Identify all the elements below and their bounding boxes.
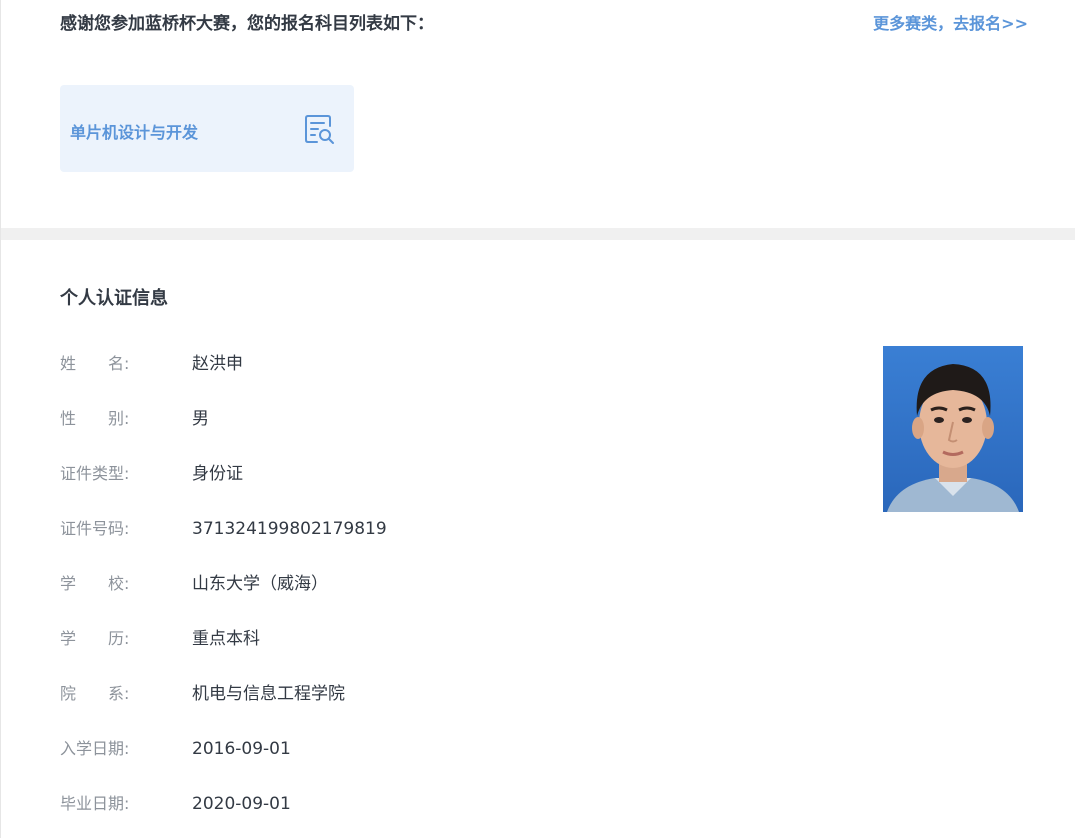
info-label: 入学日期: xyxy=(60,739,130,758)
info-label: 姓 名: xyxy=(60,354,130,373)
info-row-graduation-date: 毕业日期: 2020-09-01 xyxy=(60,792,387,838)
info-row-education: 学 历: 重点本科 xyxy=(60,627,387,682)
subject-card[interactable]: 单片机设计与开发 xyxy=(60,85,354,172)
info-label: 学 历: xyxy=(60,629,130,648)
personal-info-heading: 个人认证信息 xyxy=(60,288,168,309)
personal-info-section: 个人认证信息 姓 名: 赵洪申 性 别: 男 证件类型: 身份证 证件号码: 3… xyxy=(1,240,1075,838)
id-photo xyxy=(883,346,1023,512)
info-label: 性 别: xyxy=(60,409,130,428)
info-value: 重点本科 xyxy=(192,629,260,649)
section-divider xyxy=(1,228,1075,240)
registration-page: 感谢您参加蓝桥杯大赛，您的报名科目列表如下： 更多赛类，去报名>> 单片机设计与… xyxy=(0,0,1075,838)
info-row-gender: 性 别: 男 xyxy=(60,407,387,462)
info-value: 机电与信息工程学院 xyxy=(192,684,345,704)
info-row-enrollment-date: 入学日期: 2016-09-01 xyxy=(60,737,387,792)
info-label: 毕业日期: xyxy=(60,794,130,813)
info-value: 2016-09-01 xyxy=(192,739,291,759)
info-row-id-type: 证件类型: 身份证 xyxy=(60,462,387,517)
info-value: 山东大学（威海） xyxy=(192,574,328,594)
info-row-name: 姓 名: 赵洪申 xyxy=(60,352,387,407)
personal-info-list: 姓 名: 赵洪申 性 别: 男 证件类型: 身份证 证件号码: 37132419… xyxy=(60,352,387,838)
info-value: 赵洪申 xyxy=(192,354,243,374)
info-label: 证件号码: xyxy=(60,519,130,538)
info-value: 371324199802179819 xyxy=(192,519,387,539)
info-value: 身份证 xyxy=(192,464,243,484)
registered-subjects-title: 感谢您参加蓝桥杯大赛，您的报名科目列表如下： xyxy=(60,14,434,34)
document-search-icon[interactable] xyxy=(302,112,336,146)
info-row-school: 学 校: 山东大学（威海） xyxy=(60,572,387,627)
more-competitions-link[interactable]: 更多赛类，去报名>> xyxy=(873,10,1028,34)
info-label: 证件类型: xyxy=(60,464,130,483)
info-row-id-number: 证件号码: 371324199802179819 xyxy=(60,517,387,572)
subject-name: 单片机设计与开发 xyxy=(70,123,199,142)
info-value: 2020-09-01 xyxy=(192,794,291,814)
info-label: 院 系: xyxy=(60,684,130,703)
registered-subjects-section: 感谢您参加蓝桥杯大赛，您的报名科目列表如下： 更多赛类，去报名>> 单片机设计与… xyxy=(1,0,1075,228)
info-value: 男 xyxy=(192,409,209,429)
info-label: 学 校: xyxy=(60,574,130,593)
info-row-department: 院 系: 机电与信息工程学院 xyxy=(60,682,387,737)
